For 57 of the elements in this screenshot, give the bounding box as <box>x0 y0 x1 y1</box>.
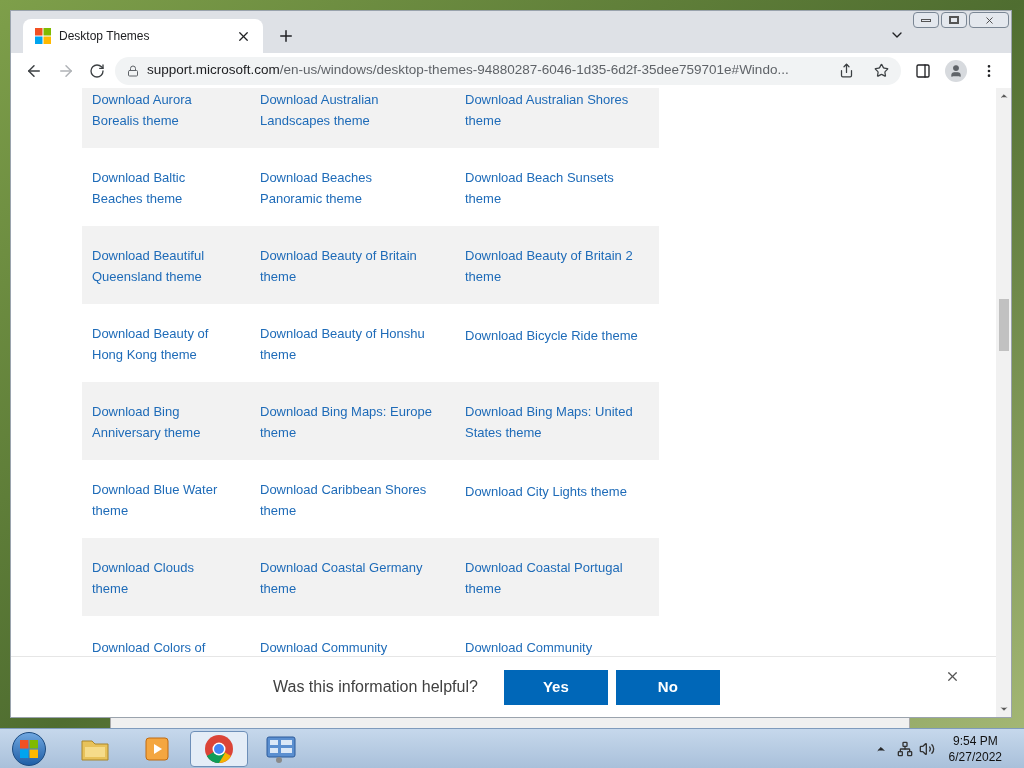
theme-download-link[interactable]: Download Bing Anniversary theme <box>92 401 228 443</box>
theme-download-link[interactable]: Download Community <box>260 637 388 656</box>
side-panel-icon[interactable] <box>915 62 931 79</box>
theme-download-link[interactable]: Download Beautiful Queensland theme <box>92 245 228 287</box>
clock[interactable]: 9:54 PM 6/27/2022 <box>948 732 1002 765</box>
windows-logo-icon <box>35 28 51 44</box>
theme-download-link[interactable]: Download Bing Maps: United States theme <box>465 401 643 443</box>
theme-download-link[interactable]: Download Beaches Panoramic theme <box>260 167 435 209</box>
theme-download-link[interactable]: Download Community <box>465 637 593 656</box>
theme-download-link[interactable]: Download Coastal Portugal theme <box>465 557 643 599</box>
theme-download-link[interactable]: Download Beach Sunsets theme <box>465 167 643 209</box>
scroll-down-icon[interactable] <box>998 704 1009 714</box>
tab-title: Desktop Themes <box>59 28 151 45</box>
address-bar[interactable]: support.microsoft.com/en-us/windows/desktop-themes-94880287-6046-1d35-6d2f-35dee759701e#Windo... <box>115 56 901 85</box>
theme-download-link[interactable]: Download Bing Maps: Europe theme <box>260 401 435 443</box>
share-icon[interactable] <box>839 63 854 78</box>
feedback-button[interactable]: No <box>615 669 720 705</box>
theme-download-link[interactable]: Download City Lights theme <box>465 481 627 502</box>
maximize-button[interactable] <box>941 12 967 28</box>
theme-download-link[interactable]: Download Australian Landscapes theme <box>260 89 435 131</box>
theme-download-link[interactable]: Download Beauty of Honshu theme <box>260 323 435 365</box>
close-icon <box>983 14 995 26</box>
theme-download-link[interactable]: Download Blue Water theme <box>92 479 228 521</box>
theme-download-link[interactable]: Download Aurora Borealis theme <box>92 89 228 131</box>
scrollbar[interactable] <box>996 88 1011 717</box>
scroll-up-icon[interactable] <box>998 91 1009 101</box>
feedback-button[interactable]: Yes <box>503 669 608 705</box>
volume-icon[interactable] <box>918 740 935 757</box>
theme-download-link[interactable]: Download Bicycle Ride theme <box>465 325 638 346</box>
scrollbar-thumb[interactable] <box>998 299 1009 351</box>
url-text: support.microsoft.com/en-us/windows/desktop-themes-94880287-6046-1d35-6d2f-35dee759701e#Windo... <box>147 61 790 80</box>
browser-tab[interactable]: Desktop Themes <box>23 19 263 53</box>
theme-download-link[interactable]: Download Australian Shores theme <box>465 89 643 131</box>
bookmark-star-icon[interactable] <box>874 63 889 78</box>
taskbar-app[interactable] <box>190 730 248 767</box>
theme-download-link[interactable]: Download Caribbean Shores theme <box>260 479 435 521</box>
control-panel-icon <box>265 733 297 764</box>
new-tab-icon[interactable] <box>277 27 295 45</box>
network-icon[interactable] <box>896 740 913 757</box>
chrome-icon <box>204 733 234 764</box>
reload-icon[interactable] <box>89 62 105 79</box>
close-icon[interactable] <box>945 669 960 684</box>
theme-download-link[interactable]: Download Coastal Germany theme <box>260 557 435 599</box>
lock-icon <box>127 64 139 77</box>
theme-download-link[interactable]: Download Beauty of Britain theme <box>260 245 435 287</box>
windows-logo-icon <box>20 739 38 758</box>
theme-download-link[interactable]: Download Beauty of Britain 2 theme <box>465 245 643 287</box>
theme-download-link[interactable]: Download Colors of <box>92 637 206 656</box>
theme-download-link[interactable]: Download Beauty of Hong Kong theme <box>92 323 228 365</box>
minimize-button[interactable] <box>913 12 939 28</box>
feedback-question: Was this information helpful? <box>273 677 478 697</box>
theme-download-link[interactable]: Download Clouds theme <box>92 557 228 599</box>
start-button[interactable] <box>12 731 46 766</box>
profile-avatar[interactable] <box>945 59 967 82</box>
theme-download-link[interactable]: Download Baltic Beaches theme <box>92 167 228 209</box>
media-player-icon <box>144 734 170 763</box>
close-window-button[interactable] <box>969 12 1009 28</box>
